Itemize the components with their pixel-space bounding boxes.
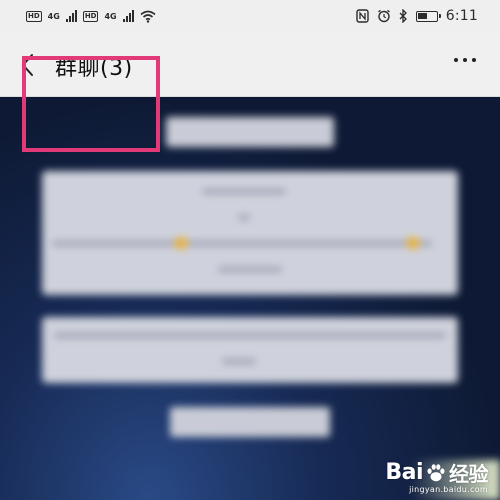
chat-header: 群聊(3) (0, 32, 500, 152)
time-separator (170, 407, 330, 437)
watermark-brand-text: Bai (385, 460, 423, 485)
battery-level (417, 12, 427, 19)
blurred-text-line (218, 267, 282, 272)
status-left: HD 4G HD 4G (26, 5, 156, 27)
watermark-logo: Bai 经验 (385, 458, 488, 487)
nfc-icon (356, 9, 369, 23)
emoji-icon (174, 237, 188, 249)
network-type-sim1: 4G (47, 11, 60, 21)
status-time: 6:11 (445, 8, 478, 24)
signal-icon (65, 10, 77, 22)
blurred-text-line (202, 189, 286, 194)
watermark-suffix: 经验 (449, 462, 489, 486)
time-separator (166, 117, 334, 147)
battery-icon (415, 10, 441, 22)
wifi-icon (140, 10, 156, 23)
paw-icon (427, 463, 445, 481)
more-dots-icon[interactable] (454, 58, 476, 62)
hd-badge-sim1: HD (26, 10, 42, 22)
hd-badge-sim2: HD (82, 10, 99, 22)
blurred-text-line (238, 215, 250, 220)
watermark-url: jingyan.baidu.com (409, 485, 488, 494)
network-type-sim2: 4G (104, 11, 117, 21)
system-message (42, 317, 458, 383)
status-right: 6:11 (356, 5, 478, 27)
blurred-messages (0, 97, 500, 500)
blurred-text-line (52, 241, 432, 246)
blurred-text-line (222, 359, 256, 364)
signal-icon (122, 10, 134, 22)
alarm-icon (377, 9, 390, 23)
highlight-annotation-box (22, 56, 160, 152)
phone-screen: HD 4G HD 4G 6:11 群聊(3) Bai 经验 jingyan.ba… (0, 0, 500, 500)
emoji-icon (406, 237, 420, 249)
watermark: Bai 经验 jingyan.baidu.com (385, 458, 488, 494)
chat-area[interactable]: Bai 经验 jingyan.baidu.com (0, 97, 500, 500)
system-message (42, 171, 458, 295)
blurred-text-line (54, 333, 446, 338)
bluetooth-icon (399, 9, 407, 23)
status-bar: HD 4G HD 4G 6:11 (0, 0, 500, 32)
